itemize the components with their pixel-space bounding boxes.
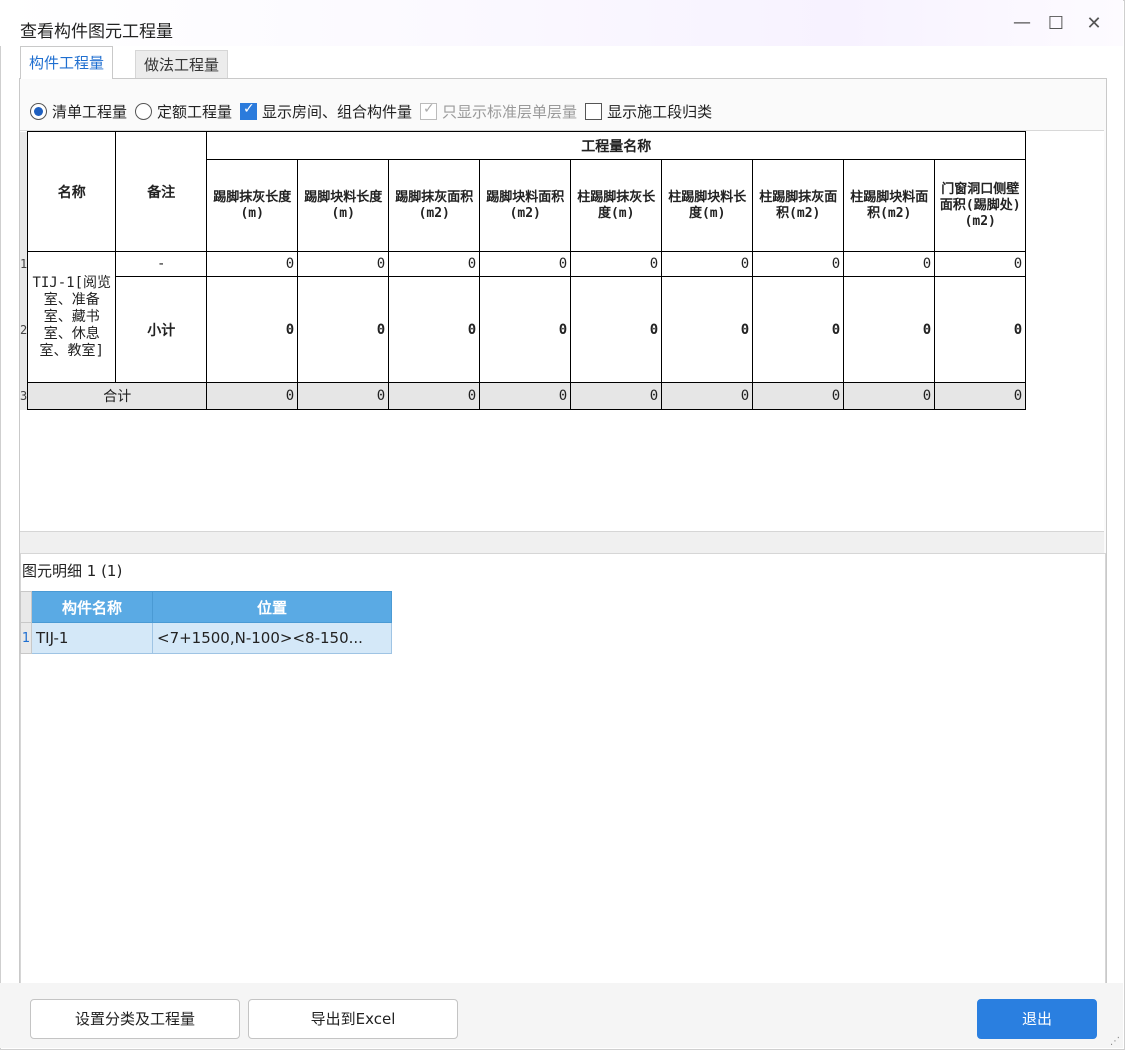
value-cell: 0: [752, 276, 845, 383]
col-header: 柱踢脚抹灰长度(m): [570, 159, 663, 252]
value-cell: 0: [934, 276, 1027, 383]
value-cell: 0: [570, 276, 663, 383]
col-header: 踢脚抹灰长度(m): [206, 159, 299, 252]
value-cell: 0: [570, 251, 663, 277]
value-cell: 0: [570, 382, 663, 410]
row-number: 2: [20, 276, 29, 383]
value-cell: 0: [843, 382, 936, 410]
subtotal-label: 小计: [115, 276, 208, 383]
show-section-checkbox[interactable]: 显示施工段归类: [585, 101, 712, 122]
close-button[interactable]: ✕: [1083, 13, 1105, 34]
col-header-component-name[interactable]: 构件名称: [31, 591, 153, 623]
value-cell: 0: [479, 251, 572, 277]
component-name-cell: TIJ-1[阅览室、准备室、藏书室、休息室、教室]: [27, 251, 117, 383]
quantity-table: 名称 备注 工程量名称 踢脚抹灰长度(m) 踢脚块料长度(m) 踢脚抹灰面积(m…: [20, 131, 1027, 410]
options-row: 清单工程量 定额工程量 显示房间、组合构件量 只显示标准层单层量 显示施工段归类: [30, 98, 720, 124]
table-row[interactable]: 1 TIJ-1 <7+1500,N-100><8-150...: [20, 622, 392, 654]
value-cell: 0: [388, 382, 481, 410]
group-header-quantity-name: 工程量名称: [206, 131, 1027, 160]
show-room-checkbox[interactable]: 显示房间、组合构件量: [240, 101, 412, 122]
detail-table: 构件名称 位置 1 TIJ-1 <7+1500,N-100><8-150...: [20, 591, 392, 654]
value-cell: 0: [297, 251, 390, 277]
value-cell: 0: [934, 251, 1027, 277]
panel-splitter[interactable]: [20, 531, 1104, 554]
value-cell: 0: [843, 251, 936, 277]
export-excel-button[interactable]: 导出到Excel: [248, 999, 458, 1039]
value-cell: 0: [752, 251, 845, 277]
value-cell: 0: [297, 276, 390, 383]
col-header: 踢脚抹灰面积(m2): [388, 159, 481, 252]
col-header-position[interactable]: 位置: [152, 591, 392, 623]
table-row[interactable]: 1 TIJ-1[阅览室、准备室、藏书室、休息室、教室] - 0 0 0 0 0 …: [20, 251, 1027, 383]
std-floor-only-checkbox: 只显示标准层单层量: [420, 101, 577, 122]
value-cell: 0: [934, 382, 1027, 410]
col-header: 踢脚块料面积(m2): [479, 159, 572, 252]
row-number: 1: [20, 622, 32, 654]
tab-component-quantity[interactable]: 构件工程量: [20, 46, 114, 79]
value-cell: 0: [661, 251, 754, 277]
value-cell: 0: [661, 276, 754, 383]
value-cell: 0: [661, 382, 754, 410]
table-row-subtotal[interactable]: 2 小计 0 0 0 0 0 0 0 0 0: [20, 276, 1027, 383]
total-label: 合计: [27, 382, 208, 410]
resize-grip-icon[interactable]: ⋰: [1110, 1036, 1120, 1047]
col-header: 柱踢脚抹灰面积(m2): [752, 159, 845, 252]
col-header: 柱踢脚块料面积(m2): [843, 159, 936, 252]
position-cell: <7+1500,N-100><8-150...: [152, 622, 392, 654]
window-title: 查看构件图元工程量: [20, 22, 173, 42]
value-cell: 0: [843, 276, 936, 383]
minimize-button[interactable]: —: [1011, 12, 1033, 33]
list-quantity-radio[interactable]: 清单工程量: [30, 101, 127, 122]
tab-method-quantity[interactable]: 做法工程量: [135, 50, 229, 79]
checkbox-checked-icon: [240, 101, 258, 120]
exit-button[interactable]: 退出: [977, 999, 1097, 1039]
row-number: 1: [20, 251, 29, 277]
checkbox-empty-icon: [585, 102, 603, 120]
value-cell: 0: [206, 251, 299, 277]
maximize-button[interactable]: ☐: [1045, 13, 1067, 34]
quota-quantity-radio[interactable]: 定额工程量: [135, 101, 232, 122]
radio-empty-icon: [135, 102, 153, 120]
value-cell: 0: [206, 382, 299, 410]
note-cell: -: [115, 251, 208, 277]
col-header: 柱踢脚块料长度(m): [661, 159, 754, 252]
value-cell: 0: [297, 382, 390, 410]
value-cell: 0: [388, 276, 481, 383]
quantity-grid-area: 名称 备注 工程量名称 踢脚抹灰长度(m) 踢脚块料长度(m) 踢脚抹灰面积(m…: [20, 130, 1104, 531]
col-header-name: 名称: [27, 131, 117, 252]
settings-button[interactable]: 设置分类及工程量: [30, 999, 240, 1039]
value-cell: 0: [388, 251, 481, 277]
value-cell: 0: [752, 382, 845, 410]
value-cell: 0: [206, 276, 299, 383]
component-name-cell: TIJ-1: [31, 622, 153, 654]
value-cell: 0: [479, 382, 572, 410]
table-row-total[interactable]: 3 合计 0 0 0 0 0 0 0 0 0: [20, 382, 1027, 410]
detail-title: 图元明细 1 (1): [22, 562, 123, 580]
col-header: 踢脚块料长度(m): [297, 159, 390, 252]
radio-selected-icon: [30, 102, 47, 120]
value-cell: 0: [479, 276, 572, 383]
col-header: 门窗洞口侧壁面积(踢脚处)(m2): [934, 159, 1027, 252]
col-header-note: 备注: [115, 131, 208, 252]
checkbox-disabled-icon: [420, 101, 438, 120]
row-number: 3: [20, 382, 29, 410]
title-bar: 查看构件图元工程量 — ☐ ✕: [0, 0, 1123, 46]
